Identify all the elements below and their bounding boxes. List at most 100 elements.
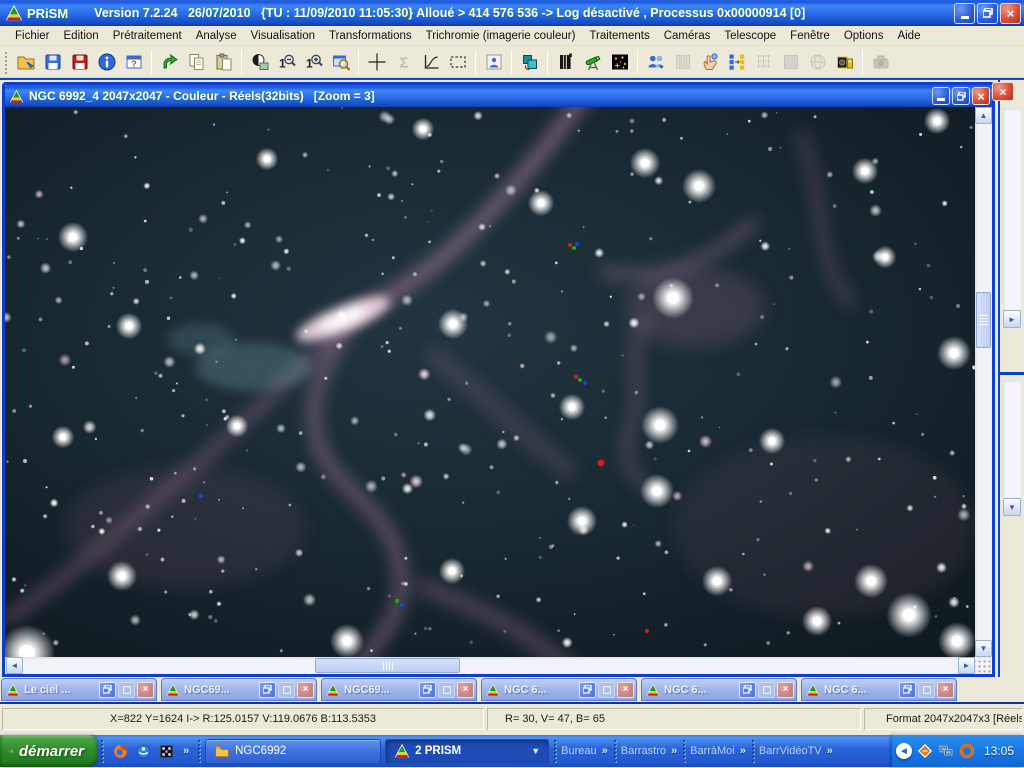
minimized-window-4[interactable]: NGC 6...× xyxy=(481,678,637,701)
deskband-grip[interactable] xyxy=(553,739,557,763)
zoom-window-button[interactable] xyxy=(327,49,354,75)
background-scroll-track[interactable] xyxy=(1003,108,1021,310)
tab-maximize-button[interactable] xyxy=(118,682,135,698)
menu-analyse[interactable]: Analyse xyxy=(189,28,244,44)
tab-restore-button[interactable] xyxy=(259,682,276,698)
scroll-left-icon[interactable]: ◄ xyxy=(6,657,23,674)
color-layers-button[interactable] xyxy=(516,49,543,75)
scroll-down-icon[interactable]: ▼ xyxy=(975,640,992,657)
scroll-up-icon[interactable]: ▲ xyxy=(975,107,992,124)
deskband-grip[interactable] xyxy=(613,739,617,763)
menu-edition[interactable]: Edition xyxy=(57,28,106,44)
open-image-button[interactable] xyxy=(12,49,39,75)
save-red-button[interactable] xyxy=(66,49,93,75)
toolbar-grip[interactable] xyxy=(3,50,8,74)
resize-grip[interactable] xyxy=(975,657,992,674)
star-map-button[interactable] xyxy=(606,49,633,75)
image-info-button[interactable] xyxy=(93,49,120,75)
task-group-prism[interactable]: 2 PRISM ▼ xyxy=(385,739,549,764)
background-scroll-down-icon[interactable]: ▼ xyxy=(1003,498,1021,516)
menu-fene-tre[interactable]: Fenêtre xyxy=(783,28,837,44)
users-button[interactable] xyxy=(642,49,669,75)
horizontal-scrollbar[interactable]: ◄ ► xyxy=(5,657,975,674)
tab-maximize-button[interactable] xyxy=(438,682,455,698)
background-scroll-track[interactable] xyxy=(1003,380,1021,498)
menu-aide[interactable]: Aide xyxy=(890,28,927,44)
save-blue-button[interactable] xyxy=(39,49,66,75)
deskband-grip[interactable] xyxy=(682,739,686,763)
tab-close-button[interactable]: × xyxy=(937,682,954,698)
taskbar-grip[interactable] xyxy=(197,739,201,763)
deskband-overflow-icon[interactable]: » xyxy=(671,745,677,757)
tab-close-button[interactable]: × xyxy=(617,682,634,698)
menu-options[interactable]: Options xyxy=(837,28,891,44)
minimized-window-6[interactable]: NGC 6...× xyxy=(801,678,957,701)
tab-maximize-button[interactable] xyxy=(918,682,935,698)
messenger-icon[interactable] xyxy=(135,743,152,760)
tab-close-button[interactable]: × xyxy=(457,682,474,698)
select-rectangle-button[interactable] xyxy=(444,49,471,75)
quick-launch-overflow-icon[interactable]: » xyxy=(183,745,189,757)
tab-close-button[interactable]: × xyxy=(297,682,314,698)
tab-restore-button[interactable] xyxy=(739,682,756,698)
deskband-overflow-icon[interactable]: » xyxy=(827,745,833,757)
tab-restore-button[interactable] xyxy=(99,682,116,698)
orange-diamond-icon[interactable] xyxy=(917,743,933,759)
minimize-button[interactable] xyxy=(954,3,975,24)
undo-button[interactable] xyxy=(156,49,183,75)
horizontal-scroll-thumb[interactable] xyxy=(315,658,460,673)
start-button[interactable]: démarrer xyxy=(0,735,98,767)
menu-transformations[interactable]: Transformations xyxy=(322,28,419,44)
scroll-right-icon[interactable]: ► xyxy=(958,657,975,674)
deskband-bureau[interactable]: Bureau xyxy=(561,745,596,757)
tray-collapse-icon[interactable]: ◄ xyxy=(896,743,912,759)
photometry-button[interactable] xyxy=(480,49,507,75)
tab-maximize-button[interactable] xyxy=(598,682,615,698)
deskband-overflow-icon[interactable]: » xyxy=(602,745,608,757)
vertical-scrollbar[interactable]: ▲ ▼ xyxy=(975,107,992,657)
align-blocks-button[interactable] xyxy=(723,49,750,75)
close-button[interactable]: × xyxy=(1000,3,1021,24)
zoom-in-button[interactable]: 1 xyxy=(300,49,327,75)
tab-maximize-button[interactable] xyxy=(278,682,295,698)
firefox-icon[interactable] xyxy=(112,743,129,760)
telescope-button[interactable] xyxy=(579,49,606,75)
menu-traitements[interactable]: Traitements xyxy=(582,28,656,44)
image-canvas[interactable] xyxy=(5,107,975,657)
deskband-barrvide-otv[interactable]: BarrVidéoTV xyxy=(759,745,822,757)
paste-button[interactable] xyxy=(210,49,237,75)
vertical-scroll-thumb[interactable] xyxy=(976,292,991,348)
deskband-barra-moi[interactable]: BarràMoi xyxy=(690,745,735,757)
tab-restore-button[interactable] xyxy=(419,682,436,698)
menu-came-ras[interactable]: Caméras xyxy=(657,28,718,44)
restore-button[interactable] xyxy=(977,3,998,24)
minimized-window-3[interactable]: NGC69...× xyxy=(321,678,477,701)
plot-profile-button[interactable] xyxy=(417,49,444,75)
background-scroll-right-icon[interactable]: ► xyxy=(1003,310,1021,328)
menu-trichromie-imagerie-couleur[interactable]: Trichromie (imagerie couleur) xyxy=(419,28,583,44)
taskbar-grip[interactable] xyxy=(100,739,104,763)
orange-ring-icon[interactable] xyxy=(959,743,975,759)
deskband-overflow-icon[interactable]: » xyxy=(740,745,746,757)
minimized-window-2[interactable]: NGC69...× xyxy=(161,678,317,701)
film-camera-button[interactable] xyxy=(831,49,858,75)
network-icon[interactable] xyxy=(938,743,954,759)
menu-pre-traitement[interactable]: Prétraitement xyxy=(106,28,189,44)
tab-restore-button[interactable] xyxy=(899,682,916,698)
task-ngc6992[interactable]: NGC6992 xyxy=(205,739,381,764)
image-minimize-button[interactable] xyxy=(932,87,950,105)
background-close-icon[interactable]: × xyxy=(992,82,1014,101)
crosshair-button[interactable] xyxy=(363,49,390,75)
app-grid-icon[interactable] xyxy=(158,743,175,760)
minimized-window-5[interactable]: NGC 6...× xyxy=(641,678,797,701)
menu-fichier[interactable]: Fichier xyxy=(8,28,57,44)
deskband-barrastro[interactable]: Barrastro xyxy=(621,745,666,757)
menu-visualisation[interactable]: Visualisation xyxy=(244,28,322,44)
image-window-titlebar[interactable]: NGC 6992_4 2047x2047 - Couleur - Réels(3… xyxy=(5,85,992,107)
tab-restore-button[interactable] xyxy=(579,682,596,698)
image-restore-button[interactable] xyxy=(952,87,970,105)
menu-telescope[interactable]: Telescope xyxy=(717,28,783,44)
copy-button[interactable] xyxy=(183,49,210,75)
histogram-button[interactable] xyxy=(552,49,579,75)
tab-close-button[interactable]: × xyxy=(137,682,154,698)
